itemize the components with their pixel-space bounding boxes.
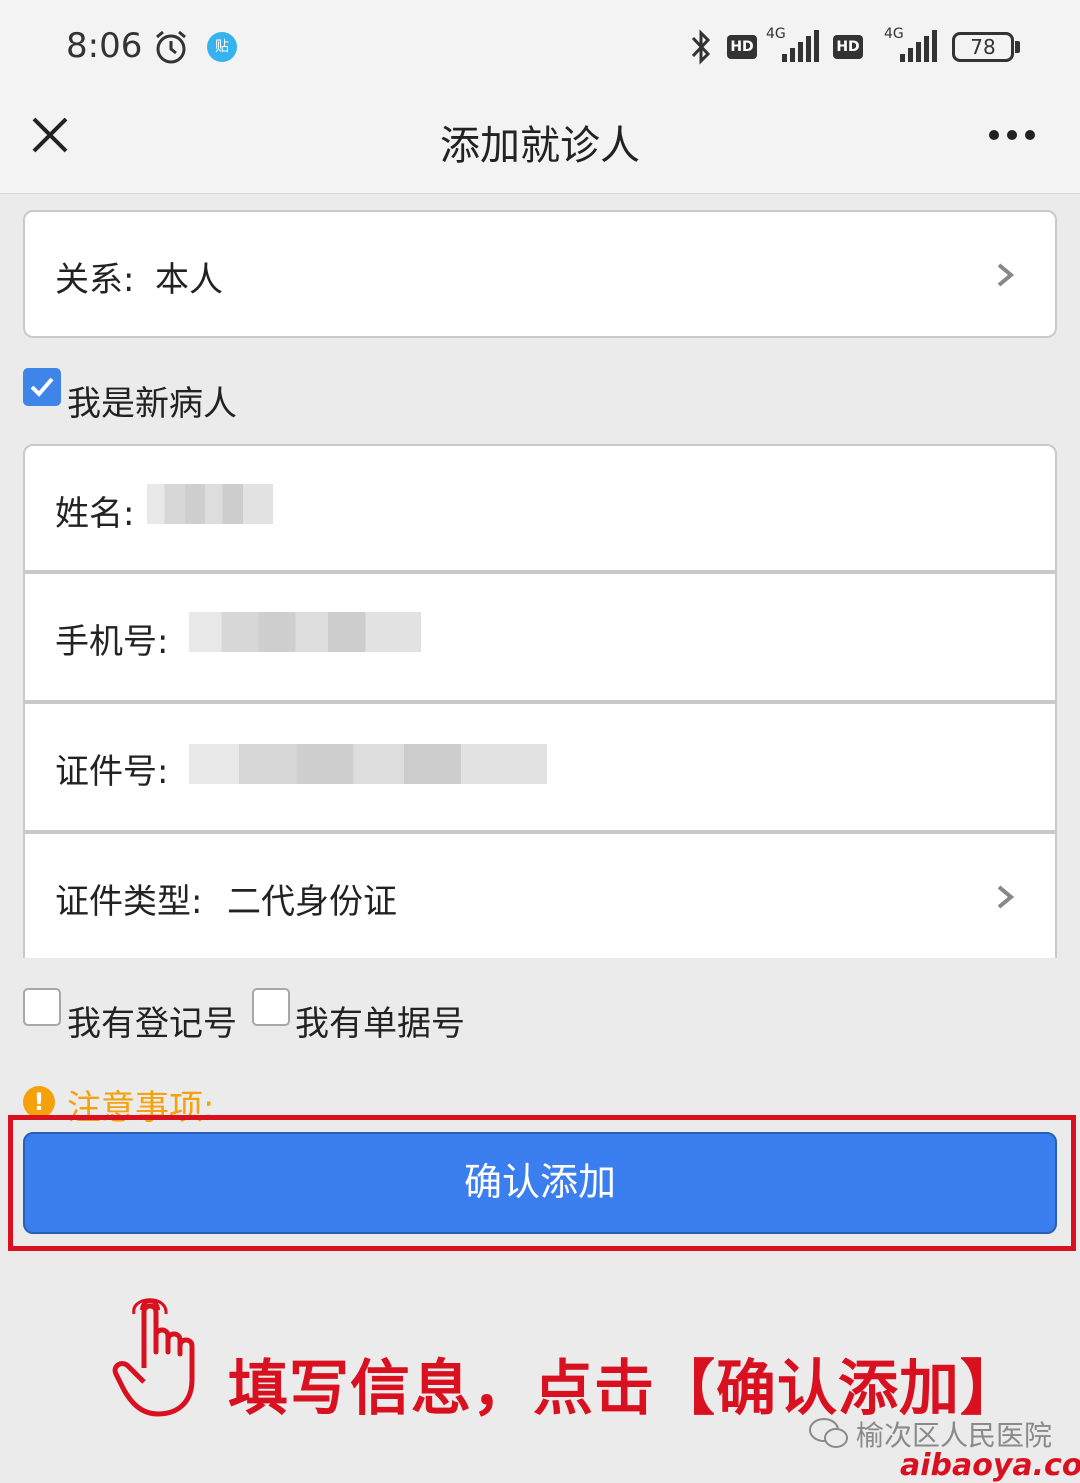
id-type-value: 二代身份证 [227,882,397,922]
signal-icon [782,30,819,62]
chevron-right-icon [997,885,1015,909]
phone-label: 手机号: [55,622,169,662]
battery-tip [1015,41,1020,53]
has-receipt-checkbox[interactable] [252,988,290,1026]
chevron-right-icon [997,263,1015,287]
phone-field[interactable]: 手机号: [23,572,1057,702]
id-type-label: 证件类型: [55,882,203,922]
site-watermark: aibaoya.com [900,1448,1080,1483]
id-type-row[interactable]: 证件类型: 二代身份证 [23,832,1057,958]
id-number-label: 证件号: [55,752,169,792]
status-bar: 8:06 贴 HD 4G HD 4G 78 [0,0,1080,95]
new-patient-checkbox[interactable] [23,368,61,406]
highlight-box [8,1115,1076,1251]
alarm-icon [156,30,186,64]
tap-hand-icon [112,1298,195,1417]
name-field[interactable]: 姓名: [23,444,1057,572]
notification-icon: 贴 [207,32,237,62]
signal-icon [900,30,937,62]
relation-label: 关系: [55,260,135,300]
battery-indicator: 78 [952,32,1014,62]
name-label: 姓名: [55,494,135,534]
id-number-field[interactable]: 证件号: [23,702,1057,832]
has-registration-checkbox[interactable] [23,988,61,1026]
new-patient-label: 我是新病人 [67,384,237,424]
status-time: 8:06 [66,26,143,66]
hd-badge: HD [833,35,863,59]
page-title: 添加就诊人 [440,123,640,169]
has-receipt-label: 我有单据号 [295,1004,465,1044]
wechat-icon [809,1418,848,1448]
relation-row[interactable]: 关系: 本人 [23,210,1057,338]
nav-bar: 添加就诊人 [0,95,1080,194]
hd-badge: HD [727,35,757,59]
relation-value: 本人 [155,260,223,300]
warning-icon: ! [23,1086,55,1118]
bluetooth-icon [691,29,711,65]
more-icon[interactable] [988,129,1036,141]
has-registration-label: 我有登记号 [67,1004,237,1044]
check-icon [30,377,54,397]
phone-value-redacted [189,612,421,652]
id-number-value-redacted [189,744,547,784]
name-value-redacted [147,484,273,524]
